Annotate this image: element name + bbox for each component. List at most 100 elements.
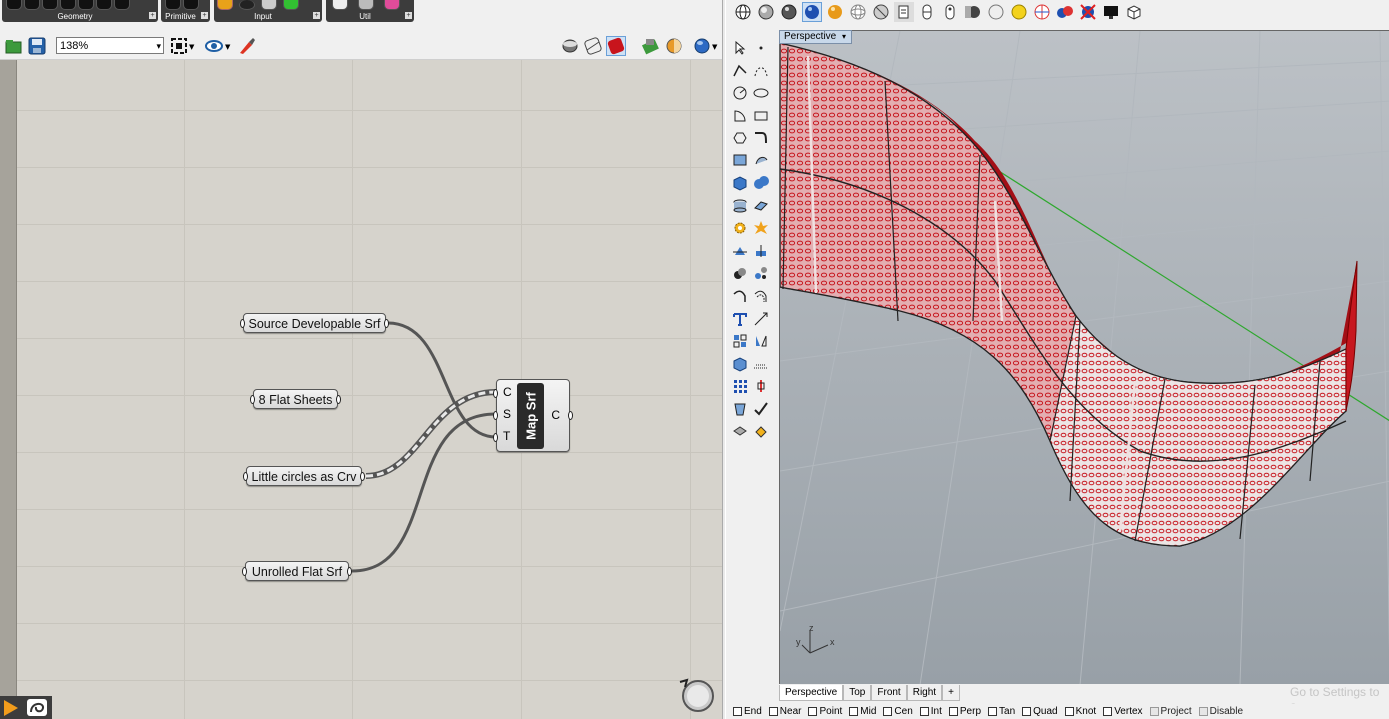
checkbox[interactable]: [768, 707, 778, 716]
extrude-icon[interactable]: [751, 196, 770, 215]
layer-icon[interactable]: [894, 2, 914, 22]
display-icon[interactable]: [1101, 2, 1121, 22]
map-srf-component[interactable]: C S T Map Srf C: [493, 379, 573, 452]
param-source-developable-srf[interactable]: Source Developable Srf: [240, 313, 389, 333]
checkbox[interactable]: [1198, 707, 1208, 716]
tab-group-geometry[interactable]: Geometry +: [2, 0, 158, 22]
expand-icon[interactable]: +: [405, 12, 412, 19]
tab-group-input[interactable]: Input +: [214, 0, 322, 22]
tab-group-util[interactable]: Util +: [326, 0, 414, 22]
osnap-knot[interactable]: Knot: [1064, 706, 1096, 717]
rectangle-icon[interactable]: [751, 106, 770, 125]
dimension-icon[interactable]: [751, 309, 770, 328]
osnap-point[interactable]: Point: [808, 706, 842, 717]
shaded-box-icon[interactable]: [730, 354, 749, 373]
checkbox[interactable]: [733, 707, 742, 716]
input-grip-t[interactable]: [493, 433, 498, 442]
polyline-icon[interactable]: [730, 61, 749, 80]
arc-icon[interactable]: [730, 106, 749, 125]
save-file-icon[interactable]: [27, 36, 47, 56]
rendered-sphere-icon[interactable]: [779, 2, 799, 22]
render-mesh-icon[interactable]: [730, 421, 749, 440]
tab-top[interactable]: Top: [843, 685, 872, 701]
grid-snap-icon[interactable]: [751, 354, 770, 373]
ghosted-sphere-icon[interactable]: [871, 2, 891, 22]
osnap-vertex[interactable]: Vertex: [1103, 706, 1143, 717]
yellow-sphere-icon[interactable]: [1009, 2, 1029, 22]
gear-icon[interactable]: [730, 218, 749, 237]
expand-icon[interactable]: +: [201, 12, 208, 19]
fillet-curve-icon[interactable]: [751, 128, 770, 147]
gumball-icon[interactable]: [751, 376, 770, 395]
add-viewport-tab-icon[interactable]: +: [942, 685, 960, 701]
point-grid-icon[interactable]: [730, 376, 749, 395]
canvas-navigation-sphere-icon[interactable]: [678, 676, 714, 712]
zoom-level-select[interactable]: 138% ▾: [56, 37, 164, 54]
param-8-flat-sheets[interactable]: 8 Flat Sheets: [250, 389, 341, 409]
material-sphere-icon[interactable]: [963, 2, 983, 22]
osnap-mid[interactable]: Mid: [849, 706, 876, 717]
selected-preview-icon[interactable]: [606, 36, 626, 56]
surface-points-icon[interactable]: [730, 150, 749, 169]
osnap-int[interactable]: Int: [919, 706, 942, 717]
box-solid-icon[interactable]: [730, 173, 749, 192]
select-arrow-icon[interactable]: [730, 38, 749, 57]
checkbox[interactable]: [1103, 707, 1113, 716]
checkbox[interactable]: [988, 707, 998, 716]
osnap-project[interactable]: Project: [1149, 706, 1192, 717]
circle-icon[interactable]: [730, 83, 749, 102]
tab-group-primitive[interactable]: Primitive +: [161, 0, 210, 22]
grasshopper-canvas[interactable]: [0, 60, 722, 719]
sketch-brush-icon[interactable]: [237, 36, 257, 56]
preview-eye-icon[interactable]: ▼: [204, 36, 232, 56]
no-sphere-icon[interactable]: [1078, 2, 1098, 22]
box-icon[interactable]: [1124, 2, 1144, 22]
ellipse-icon[interactable]: [751, 83, 770, 102]
mirror-icon[interactable]: [751, 331, 770, 350]
osnap-end[interactable]: End: [733, 706, 762, 717]
checkbox[interactable]: [919, 707, 929, 716]
section-sphere-icon[interactable]: [1032, 2, 1052, 22]
point-icon[interactable]: [751, 38, 770, 57]
shaded-sphere-icon[interactable]: [756, 2, 776, 22]
checkbox[interactable]: [1149, 707, 1159, 716]
sphere-preview-icon[interactable]: ▼: [692, 36, 720, 56]
perspective-viewport[interactable]: x z y: [779, 30, 1389, 684]
white-sphere-icon[interactable]: [986, 2, 1006, 22]
input-grip[interactable]: [250, 395, 255, 404]
checkbox[interactable]: [1022, 707, 1032, 716]
checkbox[interactable]: [808, 707, 818, 716]
output-grip-c[interactable]: [568, 411, 573, 420]
wire-sphere-icon[interactable]: [848, 2, 868, 22]
checkbox[interactable]: [1064, 707, 1074, 716]
tab-perspective[interactable]: Perspective: [779, 685, 844, 701]
analyze-icon[interactable]: [730, 399, 749, 418]
open-file-icon[interactable]: [4, 36, 24, 56]
shaded-preview-icon[interactable]: [560, 36, 580, 56]
osnap-cen[interactable]: Cen: [883, 706, 913, 717]
checkbox[interactable]: [849, 707, 859, 716]
output-grip[interactable]: [360, 472, 365, 481]
input-grip-s[interactable]: [493, 411, 498, 420]
checkbox[interactable]: [948, 707, 958, 716]
paint-bucket-icon[interactable]: [751, 421, 770, 440]
tab-front[interactable]: Front: [871, 685, 907, 701]
input-grip[interactable]: [242, 567, 247, 576]
wireframe-preview-icon[interactable]: [583, 36, 603, 56]
globe-icon[interactable]: [733, 2, 753, 22]
output-grip[interactable]: [336, 395, 341, 404]
join-curve-icon[interactable]: [730, 286, 749, 305]
group-icon[interactable]: [730, 263, 749, 282]
param-unrolled-flat-srf[interactable]: Unrolled Flat Srf: [242, 561, 352, 581]
tab-right[interactable]: Right: [906, 685, 943, 701]
capsule-outline-icon[interactable]: [940, 2, 960, 22]
blue-sphere-icon[interactable]: [802, 2, 822, 22]
check-icon[interactable]: [751, 399, 770, 418]
capsule-icon[interactable]: [917, 2, 937, 22]
osnap-perp[interactable]: Perp: [948, 706, 981, 717]
material-icon[interactable]: [664, 36, 684, 56]
explode-icon[interactable]: [751, 218, 770, 237]
expand-icon[interactable]: +: [313, 12, 320, 19]
zoom-extents-icon[interactable]: ▼: [170, 36, 195, 56]
output-grip[interactable]: [347, 567, 352, 576]
